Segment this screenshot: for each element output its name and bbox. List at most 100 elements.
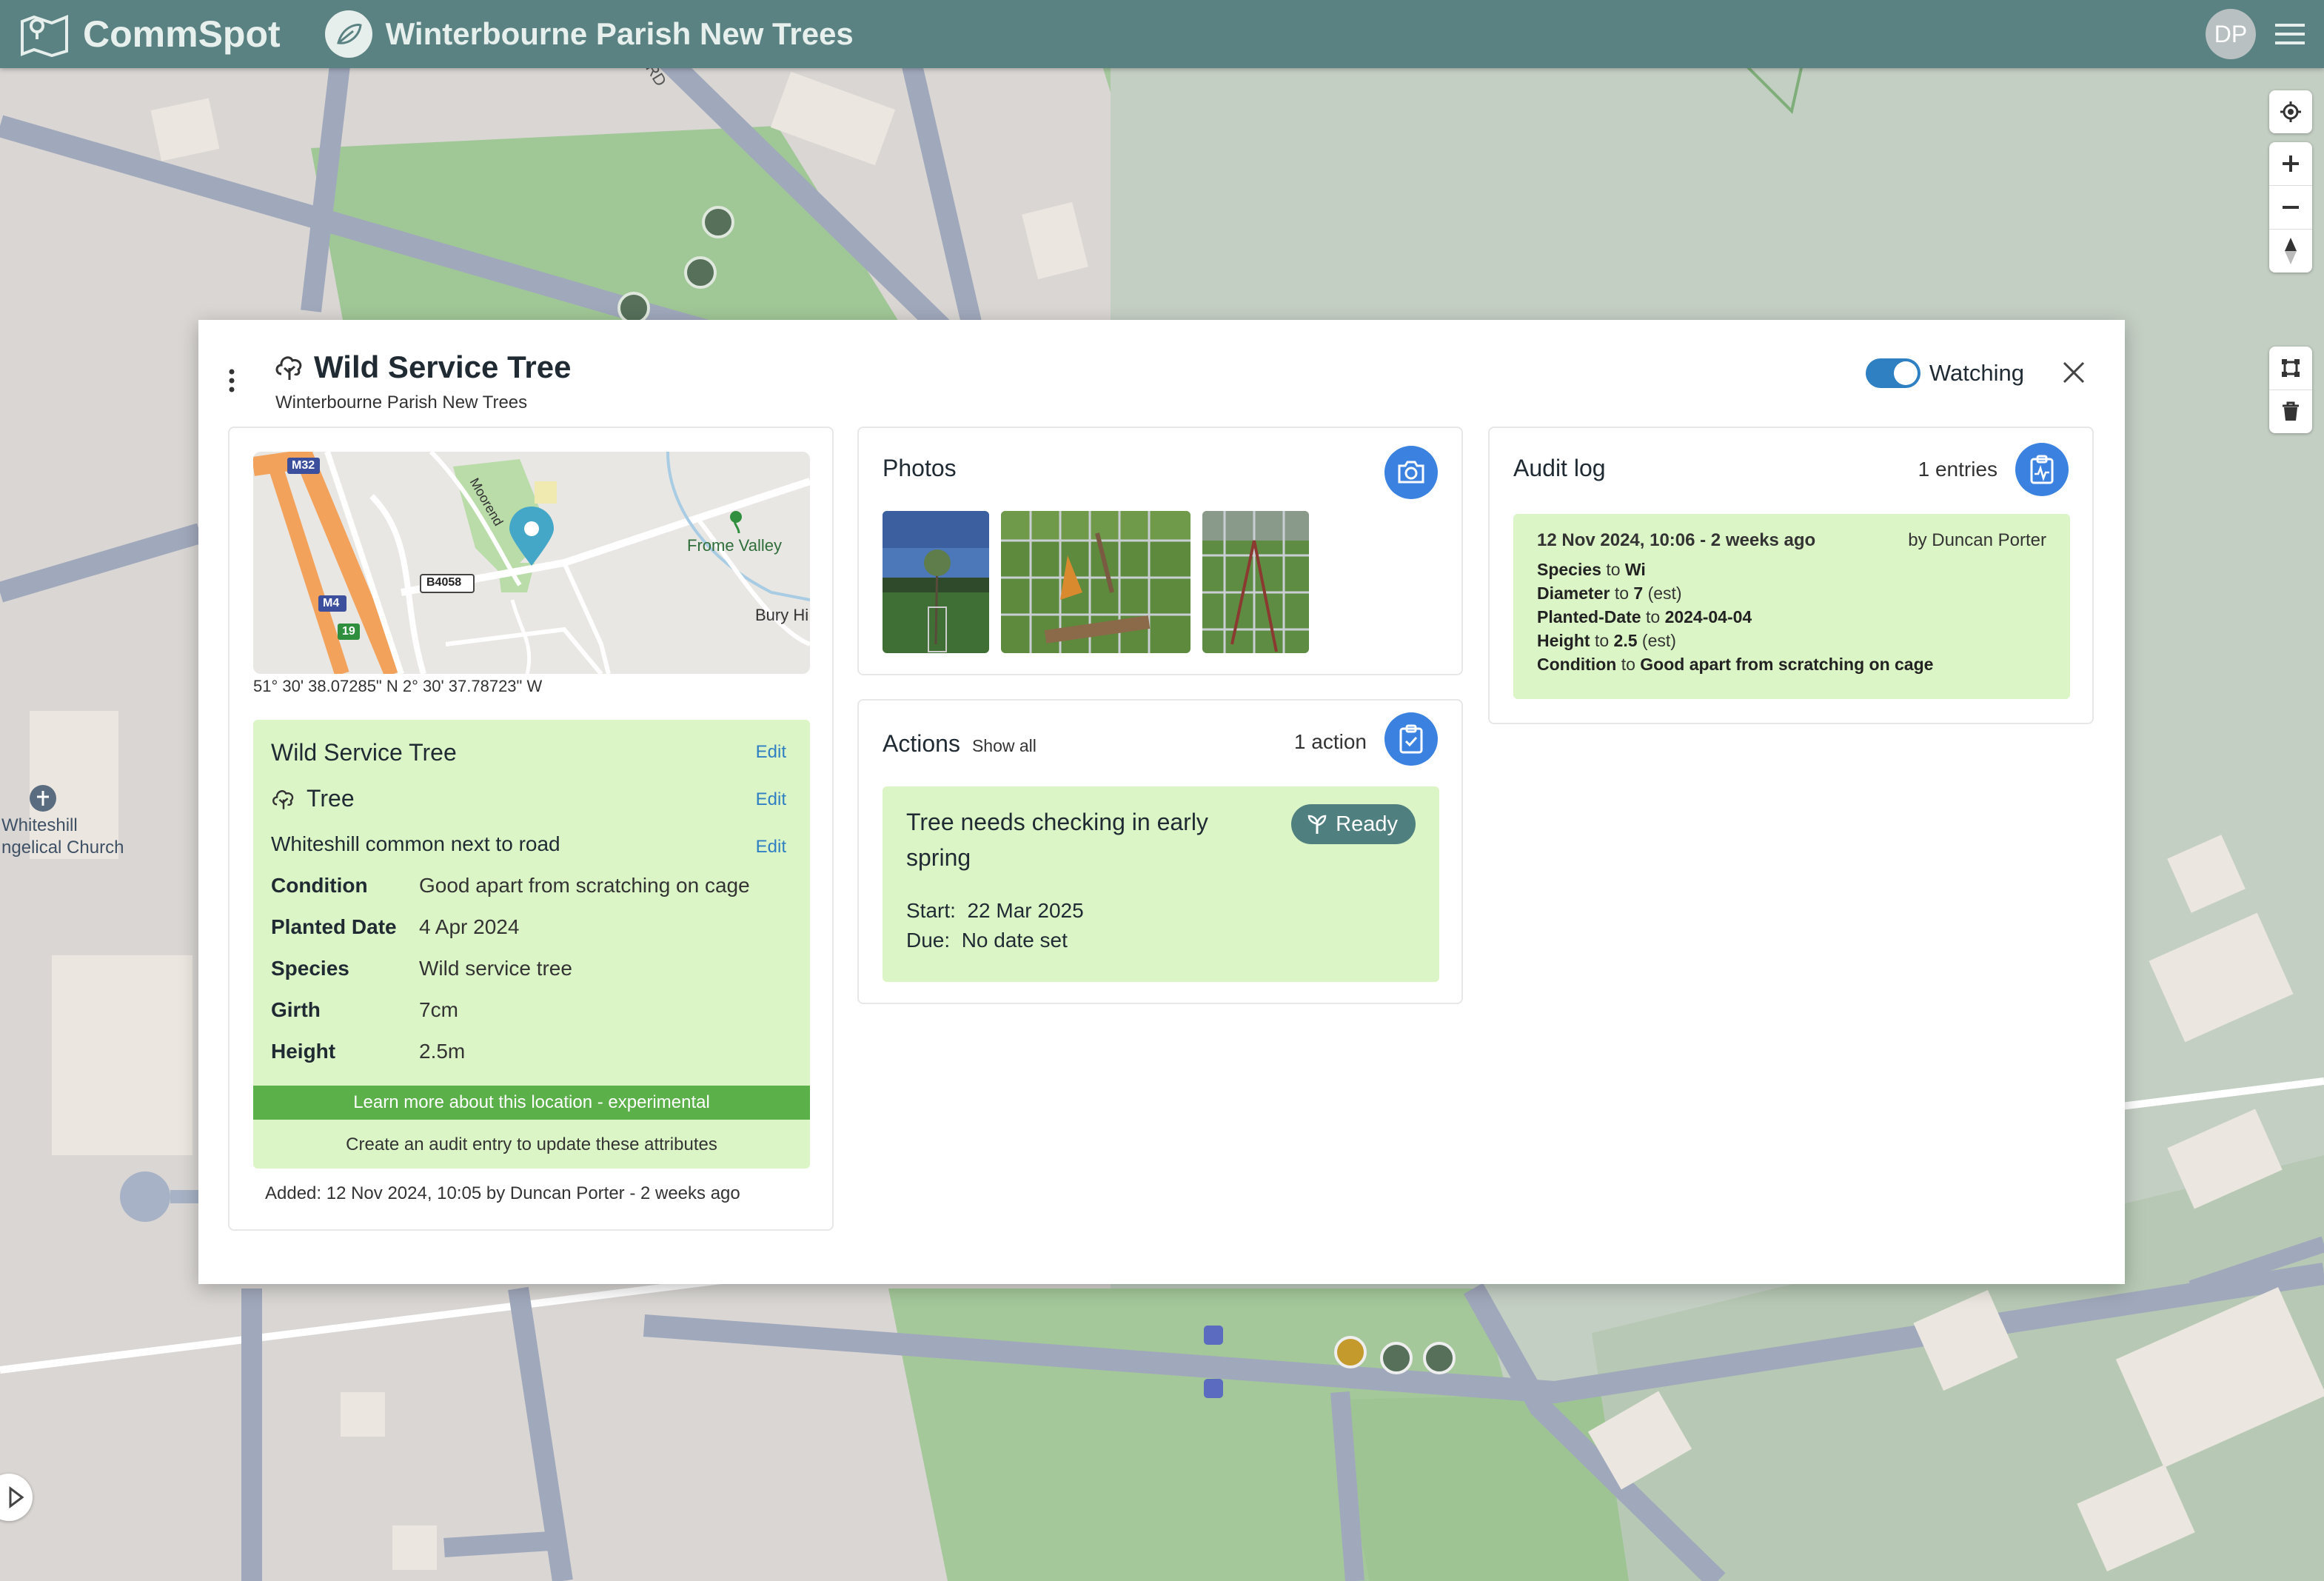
project-logo-icon bbox=[324, 10, 372, 58]
audit-to: to bbox=[1645, 607, 1661, 626]
show-all-link[interactable]: Show all bbox=[972, 736, 1037, 756]
edit-name-link[interactable]: Edit bbox=[756, 742, 786, 763]
coordinates-text: 51° 30' 38.07285" N 2° 30' 37.78723" W bbox=[253, 677, 543, 695]
audit-suffix: (est) bbox=[1647, 584, 1682, 603]
attr-label-planted-date: Planted Date bbox=[271, 915, 397, 938]
attributes-panel: Wild Service Tree Edit Tree Edit Whitesh… bbox=[253, 720, 810, 1169]
attr-value-height: 2.5m bbox=[419, 1040, 466, 1063]
map-place-label: Whiteshill ngelical Church bbox=[1, 815, 124, 859]
attr-label-height: Height bbox=[271, 1040, 336, 1063]
delete-shape-button[interactable] bbox=[2269, 390, 2312, 433]
attr-label-girth: Girth bbox=[271, 998, 321, 1021]
learn-more-button[interactable]: Learn more about this location - experim… bbox=[253, 1086, 810, 1120]
crosshair-icon bbox=[2280, 101, 2301, 122]
minimap-label-b4058: B4058 bbox=[426, 576, 462, 589]
photo-thumbnail[interactable] bbox=[1202, 511, 1309, 653]
watching-toggle[interactable]: Watching bbox=[1865, 358, 2024, 388]
draw-polygon-button[interactable] bbox=[2269, 347, 2312, 390]
zoom-out-button[interactable] bbox=[2269, 186, 2312, 230]
location-card: M32 M4 19 B4058 Moorend Frome Valley Bur… bbox=[228, 427, 834, 1231]
actions-header: Actions Show all bbox=[883, 730, 1037, 758]
minimap-label-m4: M4 bbox=[323, 597, 340, 609]
attr-description: Whiteshill common next to road bbox=[271, 832, 560, 855]
audit-change: Diameter to 7 (est) bbox=[1537, 584, 1682, 604]
photo-thumbnail[interactable] bbox=[1001, 511, 1191, 653]
action-title: Tree needs checking in early spring bbox=[906, 809, 1208, 871]
add-photo-button[interactable] bbox=[1384, 446, 1438, 499]
compass-button[interactable] bbox=[2269, 230, 2312, 273]
minimap-label-junction: 19 bbox=[342, 625, 355, 638]
audit-field: Height bbox=[1537, 631, 1590, 650]
menu-icon[interactable] bbox=[2275, 22, 2305, 46]
attr-name: Wild Service Tree bbox=[271, 739, 457, 766]
top-bar: CommSpot Winterbourne Parish New Trees D… bbox=[0, 0, 2324, 68]
audit-field: Condition bbox=[1537, 655, 1617, 674]
audit-suffix: (est) bbox=[1641, 631, 1676, 650]
action-item[interactable]: Tree needs checking in early spring Read… bbox=[883, 786, 1439, 982]
minimap-graphic bbox=[253, 452, 810, 674]
photo-thumbnail[interactable] bbox=[883, 511, 989, 653]
compass-icon bbox=[2285, 238, 2297, 264]
audit-to: to bbox=[1621, 655, 1635, 674]
audit-entry-author: by Duncan Porter bbox=[1908, 530, 2046, 550]
close-icon[interactable] bbox=[2061, 360, 2086, 385]
audit-change: Height to 2.5 (est) bbox=[1537, 631, 1676, 651]
create-audit-link[interactable]: Create an audit entry to update these at… bbox=[253, 1134, 810, 1155]
brand[interactable]: CommSpot bbox=[19, 11, 281, 57]
action-start: Start: 22 Mar 2025 bbox=[906, 899, 1084, 922]
audit-to: to bbox=[1594, 631, 1610, 650]
audit-value: 7 bbox=[1633, 584, 1644, 603]
audit-to: to bbox=[1614, 584, 1630, 603]
audit-entry-date: 12 Nov 2024, 10:06 - 2 weeks ago bbox=[1537, 530, 1816, 550]
place-label-line-1: Whiteshill bbox=[1, 815, 78, 835]
audit-log-title: Audit log bbox=[1513, 455, 1606, 481]
draw-control bbox=[2269, 347, 2312, 433]
audit-change: Condition to Good apart from scratching … bbox=[1537, 655, 1933, 675]
title-row: Wild Service Tree bbox=[274, 350, 571, 385]
attr-label-species: Species bbox=[271, 957, 349, 980]
actions-card: Actions Show all 1 action Tree needs che… bbox=[857, 699, 1463, 1004]
audit-entry[interactable]: 12 Nov 2024, 10:06 - 2 weeks ago by Dunc… bbox=[1513, 514, 2070, 699]
attr-value-girth: 7cm bbox=[419, 998, 458, 1021]
watch-switch[interactable] bbox=[1865, 358, 1921, 388]
audit-field: Diameter bbox=[1537, 584, 1610, 603]
attr-value-planted-date: 4 Apr 2024 bbox=[419, 915, 520, 938]
geolocate-button[interactable] bbox=[2269, 90, 2312, 133]
more-options-icon[interactable] bbox=[227, 366, 237, 395]
actions-title: Actions bbox=[883, 730, 960, 757]
audit-field: Planted-Date bbox=[1537, 607, 1641, 626]
attr-type-label: Tree bbox=[307, 785, 355, 812]
place-label-line-2: ngelical Church bbox=[1, 838, 124, 858]
audit-change: Planted-Date to 2024-04-04 bbox=[1537, 607, 1752, 627]
audit-value: Good apart from scratching on cage bbox=[1640, 655, 1934, 674]
add-action-button[interactable] bbox=[1384, 712, 1438, 766]
edit-type-link[interactable]: Edit bbox=[756, 789, 786, 810]
brand-name: CommSpot bbox=[83, 13, 281, 55]
project-switcher[interactable]: Winterbourne Parish New Trees bbox=[324, 10, 854, 58]
tree-icon bbox=[272, 789, 294, 809]
attr-type: Tree bbox=[271, 785, 355, 812]
polygon-icon bbox=[2282, 359, 2300, 377]
add-audit-button[interactable] bbox=[2015, 443, 2069, 496]
audit-value: 2024-04-04 bbox=[1664, 607, 1752, 626]
play-arrow-icon bbox=[9, 1486, 24, 1508]
attr-value-condition: Good apart from scratching on cage bbox=[419, 874, 750, 897]
project-name: Winterbourne Parish New Trees bbox=[385, 16, 854, 51]
trash-icon bbox=[2283, 401, 2299, 421]
dialog-subtitle: Winterbourne Parish New Trees bbox=[275, 392, 528, 412]
clipboard-pulse-icon bbox=[2030, 455, 2054, 484]
tree-icon bbox=[275, 356, 302, 380]
location-minimap[interactable]: M32 M4 19 B4058 Moorend Frome Valley Bur… bbox=[253, 452, 810, 674]
status-badge[interactable]: Ready bbox=[1291, 804, 1416, 844]
edit-description-link[interactable]: Edit bbox=[756, 837, 786, 858]
dialog-title: Wild Service Tree bbox=[314, 350, 572, 384]
action-due: Due: No date set bbox=[906, 929, 1068, 952]
audit-field: Species bbox=[1537, 560, 1601, 579]
location-detail-dialog: Wild Service Tree Winterbourne Parish Ne… bbox=[198, 320, 2125, 1284]
audit-count: 1 entries bbox=[1918, 458, 1997, 481]
actions-count: 1 action bbox=[1293, 730, 1367, 753]
zoom-in-button[interactable] bbox=[2269, 142, 2312, 186]
attr-label-condition: Condition bbox=[271, 874, 368, 897]
user-avatar[interactable]: DP bbox=[2206, 9, 2256, 59]
photos-card: Photos bbox=[857, 427, 1463, 675]
